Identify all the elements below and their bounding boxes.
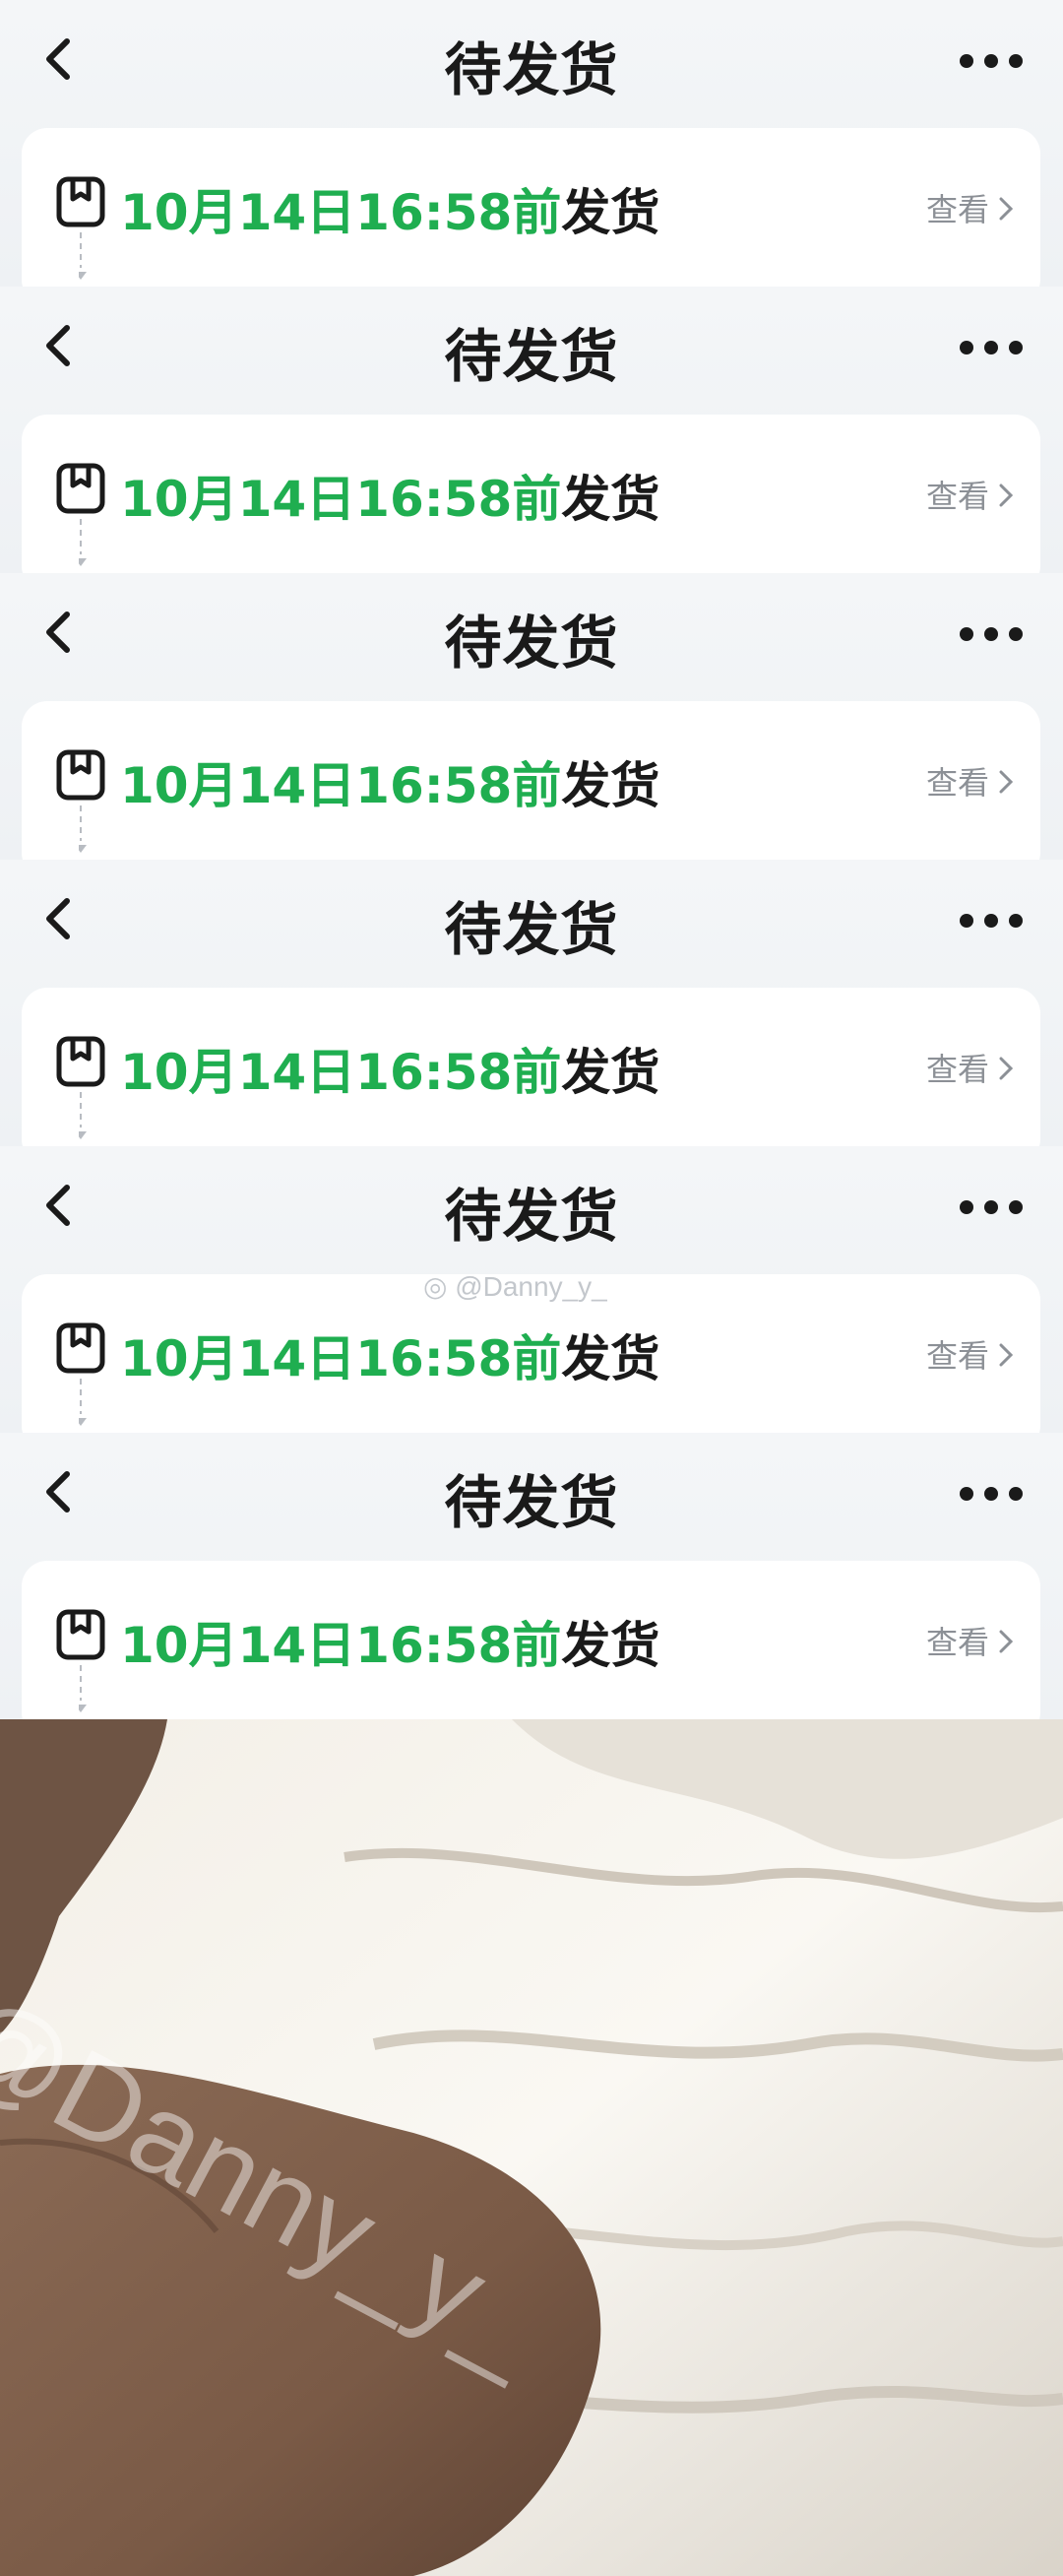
ship-deadline: 10月14日16:58前发货 bbox=[120, 173, 659, 244]
page-title: 待发货 bbox=[444, 323, 619, 390]
view-label: 查看 bbox=[925, 1337, 989, 1375]
deadline-suffix: 发货 bbox=[561, 1044, 660, 1101]
more-dots-icon bbox=[960, 54, 1023, 68]
page-title: 待发货 bbox=[444, 1183, 619, 1250]
timeline-connector bbox=[75, 805, 87, 853]
chevron-right-icon bbox=[997, 1626, 1015, 1663]
timeline-connector bbox=[75, 519, 87, 566]
shipping-card: 10月14日16:58前发货 查看 bbox=[22, 1561, 1040, 1719]
bedsheet-photo: @Danny_y_ bbox=[0, 1719, 1063, 2576]
package-box-icon bbox=[55, 175, 106, 228]
watermark-text: @Danny_y_ bbox=[455, 1271, 607, 1302]
view-link[interactable]: 查看 bbox=[926, 1618, 1015, 1663]
ship-deadline: 10月14日16:58前发货 bbox=[120, 1033, 659, 1104]
shipping-card: 10月14日16:58前发货 查看 bbox=[22, 415, 1040, 573]
shipping-card: 10月14日16:58前发货 查看 bbox=[22, 988, 1040, 1146]
page-title: 待发货 bbox=[444, 896, 619, 963]
view-link[interactable]: 查看 bbox=[926, 758, 1015, 804]
chevron-right-icon bbox=[997, 766, 1015, 804]
ship-deadline: 10月14日16:58前发货 bbox=[120, 1320, 659, 1390]
view-label: 查看 bbox=[925, 191, 989, 228]
timeline-connector bbox=[75, 1379, 87, 1426]
view-label: 查看 bbox=[925, 764, 989, 802]
view-label: 查看 bbox=[925, 1624, 989, 1661]
ship-deadline: 10月14日16:58前发货 bbox=[120, 1606, 659, 1677]
package-box-icon bbox=[55, 748, 106, 802]
view-link[interactable]: 查看 bbox=[926, 1045, 1015, 1090]
nav-bar: 待发货 bbox=[0, 0, 1063, 126]
order-screenshot-2: 待发货 10月14日16:58前发货 查看 bbox=[0, 287, 1063, 573]
package-box-icon bbox=[55, 1321, 106, 1375]
chevron-right-icon bbox=[997, 1053, 1015, 1090]
view-link[interactable]: 查看 bbox=[926, 1331, 1015, 1377]
timeline-connector bbox=[75, 1665, 87, 1712]
timeline-connector bbox=[75, 1092, 87, 1139]
deadline-suffix: 发货 bbox=[561, 757, 660, 814]
deadline-time: 10月14日16:58前 bbox=[120, 1330, 562, 1387]
view-link[interactable]: 查看 bbox=[926, 185, 1015, 230]
deadline-time: 10月14日16:58前 bbox=[120, 184, 562, 241]
deadline-suffix: 发货 bbox=[561, 471, 660, 528]
nav-bar: 待发货 bbox=[0, 860, 1063, 986]
shipping-card: 10月14日16:58前发货 查看 bbox=[22, 701, 1040, 860]
view-label: 查看 bbox=[925, 478, 989, 515]
more-dots-icon bbox=[960, 627, 1023, 641]
chevron-right-icon bbox=[997, 193, 1015, 230]
order-screenshot-1: 待发货 10月14日16:58前发货 查看 bbox=[0, 0, 1063, 287]
nav-bar: 待发货 bbox=[0, 1433, 1063, 1559]
more-button[interactable] bbox=[957, 330, 1026, 365]
order-screenshot-3: 待发货 10月14日16:58前发货 查看 bbox=[0, 573, 1063, 860]
more-dots-icon bbox=[960, 1200, 1023, 1214]
page-title: 待发货 bbox=[444, 1469, 619, 1536]
deadline-time: 10月14日16:58前 bbox=[120, 757, 562, 814]
nav-bar: 待发货 bbox=[0, 573, 1063, 699]
deadline-suffix: 发货 bbox=[561, 1617, 660, 1674]
page-title: 待发货 bbox=[444, 36, 619, 103]
nav-bar: 待发货 bbox=[0, 1146, 1063, 1272]
order-screenshot-4: 待发货 10月14日16:58前发货 查看 bbox=[0, 860, 1063, 1146]
weibo-icon: ◎ bbox=[423, 1271, 448, 1302]
deadline-time: 10月14日16:58前 bbox=[120, 1044, 562, 1101]
weibo-watermark: ◎ @Danny_y_ bbox=[423, 1270, 607, 1303]
package-box-icon bbox=[55, 1608, 106, 1661]
ship-deadline: 10月14日16:58前发货 bbox=[120, 746, 659, 817]
view-label: 查看 bbox=[925, 1051, 989, 1088]
timeline-connector bbox=[75, 232, 87, 280]
ship-deadline: 10月14日16:58前发货 bbox=[120, 460, 659, 531]
page-title: 待发货 bbox=[444, 610, 619, 676]
order-screenshot-6: 待发货 10月14日16:58前发货 查看 bbox=[0, 1433, 1063, 1719]
deadline-suffix: 发货 bbox=[561, 184, 660, 241]
more-button[interactable] bbox=[957, 903, 1026, 938]
more-dots-icon bbox=[960, 1487, 1023, 1501]
deadline-suffix: 发货 bbox=[561, 1330, 660, 1387]
deadline-time: 10月14日16:58前 bbox=[120, 471, 562, 528]
nav-bar: 待发货 bbox=[0, 287, 1063, 413]
more-dots-icon bbox=[960, 914, 1023, 928]
more-button[interactable] bbox=[957, 616, 1026, 652]
more-button[interactable] bbox=[957, 43, 1026, 79]
package-box-icon bbox=[55, 1035, 106, 1088]
more-button[interactable] bbox=[957, 1476, 1026, 1512]
chevron-right-icon bbox=[997, 480, 1015, 517]
view-link[interactable]: 查看 bbox=[926, 472, 1015, 517]
more-button[interactable] bbox=[957, 1190, 1026, 1225]
more-dots-icon bbox=[960, 341, 1023, 354]
package-box-icon bbox=[55, 462, 106, 515]
shipping-card: 10月14日16:58前发货 查看 bbox=[22, 128, 1040, 287]
chevron-right-icon bbox=[997, 1339, 1015, 1377]
deadline-time: 10月14日16:58前 bbox=[120, 1617, 562, 1674]
